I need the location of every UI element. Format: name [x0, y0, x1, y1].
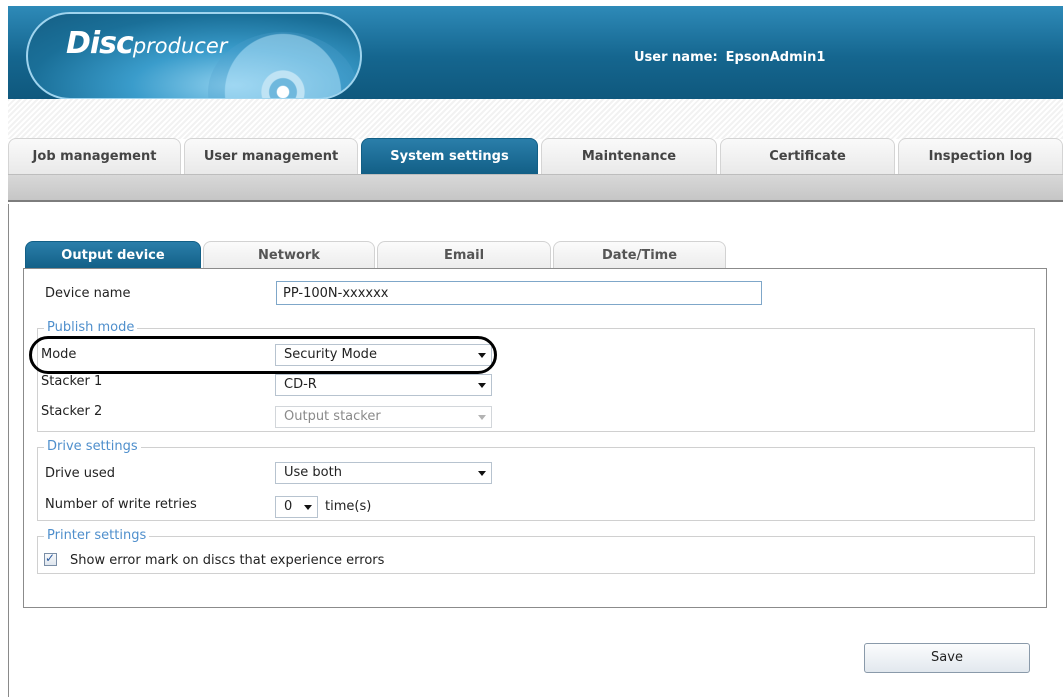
- app-header: Discproducer User name: EpsonAdmin1: [8, 6, 1063, 100]
- write-retries-select[interactable]: 0: [275, 496, 318, 518]
- chevron-down-icon: [478, 415, 486, 420]
- subtab-email[interactable]: Email: [377, 241, 551, 269]
- tab-certificate[interactable]: Certificate: [720, 138, 895, 174]
- logo-sub: producer: [132, 34, 228, 58]
- error-mark-checkbox[interactable]: ✓: [44, 551, 57, 566]
- write-retries-select-value: 0: [284, 499, 293, 514]
- tab-system-settings[interactable]: System settings: [361, 138, 538, 174]
- drive-used-label: Drive used: [45, 466, 116, 481]
- chevron-down-icon: [304, 505, 312, 510]
- page-border: [8, 204, 9, 697]
- main-tab-bar: Job management User management System se…: [8, 138, 1063, 174]
- stacker2-select: Output stacker: [275, 406, 492, 428]
- mode-select[interactable]: Security Mode: [275, 344, 492, 366]
- drive-used-select-value: Use both: [284, 465, 342, 480]
- logo-text: Discproducer: [66, 26, 227, 61]
- save-button[interactable]: Save: [864, 643, 1030, 673]
- header-divider: [8, 99, 1063, 139]
- chevron-down-icon: [478, 471, 486, 476]
- chevron-down-icon: [478, 353, 486, 358]
- chevron-down-icon: [478, 383, 486, 388]
- tab-user-management[interactable]: User management: [184, 138, 358, 174]
- stacker2-label: Stacker 2: [41, 404, 103, 419]
- stacker1-select[interactable]: CD-R: [275, 374, 492, 396]
- subtab-network[interactable]: Network: [203, 241, 375, 269]
- device-name-input[interactable]: [276, 281, 762, 305]
- tab-inspection-log[interactable]: Inspection log: [898, 138, 1063, 174]
- mode-label: Mode: [41, 347, 77, 362]
- write-retries-label: Number of write retries: [45, 497, 197, 512]
- mode-select-value: Security Mode: [284, 347, 377, 362]
- stacker1-label: Stacker 1: [41, 374, 103, 389]
- publish-mode-group: Publish mode: [37, 320, 1035, 432]
- subtab-output-device[interactable]: Output device: [25, 241, 201, 269]
- user-name-value: EpsonAdmin1: [725, 50, 826, 65]
- user-info: User name: EpsonAdmin1: [634, 50, 825, 65]
- stacker2-select-value: Output stacker: [284, 409, 381, 424]
- checkmark-icon: ✓: [45, 551, 56, 565]
- write-retries-unit: time(s): [325, 499, 372, 514]
- tab-job-management[interactable]: Job management: [8, 138, 181, 174]
- disc-logo-graphic: [208, 32, 358, 98]
- publish-mode-legend: Publish mode: [44, 320, 138, 336]
- logo-main: Disc: [66, 26, 134, 61]
- drive-used-select[interactable]: Use both: [275, 462, 492, 484]
- printer-settings-legend: Printer settings: [44, 528, 150, 544]
- device-name-label: Device name: [45, 286, 131, 301]
- app-logo: Discproducer: [26, 12, 362, 100]
- stacker1-select-value: CD-R: [284, 377, 317, 392]
- user-name-label: User name:: [634, 50, 718, 65]
- tab-maintenance[interactable]: Maintenance: [541, 138, 717, 174]
- error-mark-label: Show error mark on discs that experience…: [70, 553, 385, 568]
- subtab-date-time[interactable]: Date/Time: [553, 241, 726, 269]
- main-tab-band: [8, 174, 1063, 202]
- drive-settings-legend: Drive settings: [44, 439, 141, 455]
